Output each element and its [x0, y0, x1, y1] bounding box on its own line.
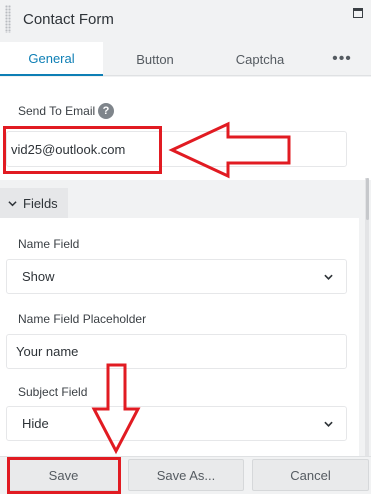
help-icon[interactable]: ?: [98, 103, 114, 119]
panel-title: Contact Form: [23, 11, 114, 28]
subject-field-select[interactable]: Hide: [6, 406, 347, 441]
chevron-down-icon: [324, 421, 333, 427]
scrollbar-thumb[interactable]: [366, 178, 369, 220]
name-field-label: Name Field: [18, 237, 80, 251]
name-placeholder-input[interactable]: Your name: [6, 334, 347, 369]
save-button[interactable]: Save: [7, 459, 120, 491]
chevron-down-icon: [8, 200, 17, 206]
panel-header: Contact Form: [0, 0, 371, 42]
chevron-down-icon: [324, 274, 333, 280]
tab-button[interactable]: Button: [103, 42, 207, 76]
name-field-value: Show: [22, 269, 55, 284]
name-field-select[interactable]: Show: [6, 259, 347, 294]
name-placeholder-label: Name Field Placeholder: [18, 312, 147, 326]
fields-section-toggle[interactable]: Fields: [0, 188, 68, 218]
tab-bar: General Button Captcha •••: [0, 42, 371, 76]
maximize-icon[interactable]: [353, 8, 363, 18]
send-to-email-label: Send To Email: [18, 104, 96, 118]
tab-captcha[interactable]: Captcha: [207, 42, 313, 76]
save-as-button[interactable]: Save As...: [128, 459, 244, 491]
subject-field-value: Hide: [22, 416, 49, 431]
subject-field-label: Subject Field: [18, 385, 88, 399]
more-tabs-button[interactable]: •••: [313, 42, 371, 76]
scrollbar-track[interactable]: [365, 178, 369, 460]
cancel-button[interactable]: Cancel: [252, 459, 369, 491]
drag-handle-icon[interactable]: [5, 5, 11, 33]
tab-general[interactable]: General: [0, 42, 103, 76]
email-input[interactable]: vid25@outlook.com: [6, 131, 347, 167]
fields-section-label: Fields: [23, 195, 58, 211]
